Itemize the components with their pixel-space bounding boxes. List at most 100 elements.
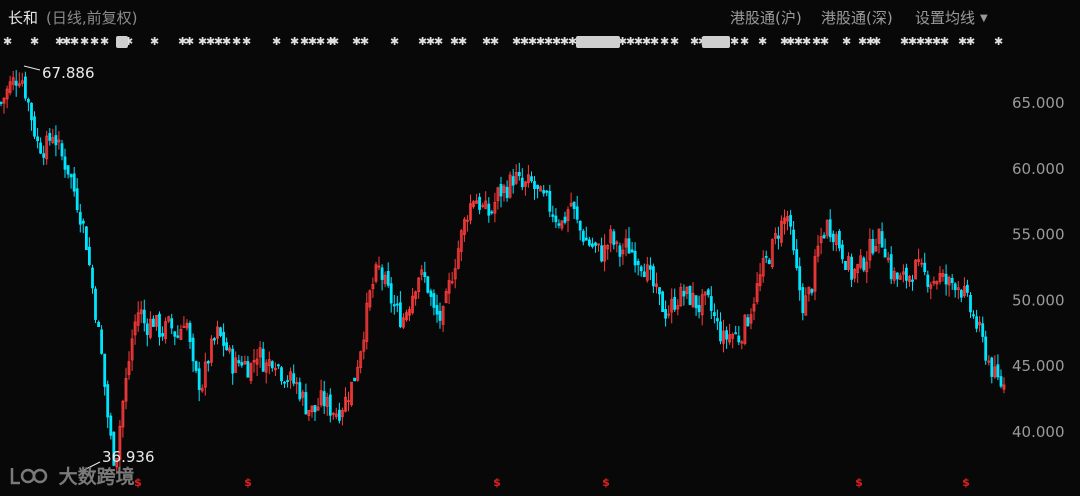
candle-body [996, 364, 1000, 378]
dividend-marker-icon: $ [962, 476, 970, 489]
candle-body [42, 153, 46, 158]
candle-body [972, 314, 975, 317]
dividend-marker-icon: $ [134, 476, 142, 489]
candle-body [905, 267, 908, 281]
candle-body [231, 348, 235, 374]
candle-body [981, 323, 985, 337]
candle-body [389, 283, 393, 304]
candle-body [627, 238, 631, 254]
candle-body [191, 337, 195, 362]
candle-body [557, 223, 561, 226]
candle-body [551, 214, 555, 217]
candle-body [176, 335, 180, 338]
dividend-marker-icon: $ [602, 476, 610, 489]
candle-body [511, 176, 515, 186]
candle-body [222, 331, 226, 346]
candle-body [844, 260, 847, 270]
candle-body [487, 203, 491, 216]
candle-body [75, 188, 79, 211]
candle-body [60, 143, 64, 157]
candle-body [395, 303, 399, 306]
candle-body [304, 392, 308, 415]
candle-body [649, 265, 652, 270]
candle-body [66, 165, 70, 175]
candle-body [581, 230, 585, 242]
candle-body [240, 362, 244, 366]
candle-body [658, 287, 661, 295]
candle-body [792, 229, 795, 251]
candle-body [594, 242, 597, 246]
candle-body [280, 367, 283, 382]
candle-body [188, 322, 192, 342]
candle-body [270, 361, 274, 369]
candle-body [975, 316, 978, 329]
candle-body [706, 289, 710, 296]
candle-body [151, 318, 155, 327]
candle-body [630, 249, 634, 253]
candle-body [505, 186, 509, 199]
candle-body [682, 290, 686, 297]
candle-body [91, 267, 94, 289]
dividend-marker-icon: $ [855, 476, 863, 489]
candle-body [959, 289, 963, 298]
candle-body [542, 190, 546, 194]
candle-body [212, 338, 216, 341]
candle-body [694, 295, 698, 309]
dividend-marker-icon: $ [244, 476, 252, 489]
candle-body [106, 384, 110, 418]
candle-body [276, 364, 280, 367]
candle-body [170, 318, 174, 329]
candle-body [398, 302, 402, 328]
candle-body [688, 285, 692, 305]
candle-body [639, 266, 643, 272]
candle-body [30, 102, 33, 121]
candle-body [313, 405, 317, 413]
candle-body [490, 211, 494, 214]
candle-body [286, 380, 290, 383]
candle-body [100, 329, 103, 354]
candle-body [889, 254, 893, 280]
candle-body [158, 313, 161, 338]
candle-body [380, 267, 384, 280]
y-tick-label: 60.000 [1012, 160, 1065, 178]
candle-body [584, 237, 588, 241]
candle-body [548, 190, 552, 212]
candle-body [801, 287, 805, 314]
candle-body [588, 239, 591, 246]
candle-body [261, 348, 265, 372]
candle-body [709, 296, 713, 311]
candle-body [533, 181, 536, 189]
candle-body [536, 184, 539, 189]
candle-body [652, 266, 655, 287]
candle-body [103, 353, 107, 387]
candle-body [429, 290, 433, 297]
candle-body [578, 220, 582, 231]
candle-body [719, 321, 722, 342]
candle-body [789, 215, 792, 227]
candle-body [950, 277, 954, 283]
candle-body [194, 361, 198, 371]
candlestick-chart: 40.000 45.000 50.000 55.000 60.000 65.000 67.8… [0, 64, 1065, 489]
candle-body [725, 330, 728, 340]
candle-body [85, 226, 88, 251]
candle-body [944, 273, 948, 285]
watermark-icon [10, 467, 48, 484]
candle-body [78, 211, 82, 225]
candle-body [530, 176, 533, 182]
y-tick-label: 40.000 [1012, 423, 1065, 441]
candle-body [14, 80, 18, 86]
candle-body [173, 331, 177, 337]
candle-body [880, 231, 884, 248]
candle-body [563, 216, 567, 223]
candle-body [911, 279, 914, 282]
candle-body [664, 309, 667, 319]
watermark-logo: 大数跨境 [8, 462, 135, 490]
candle-body [48, 132, 52, 141]
candle-body [438, 310, 442, 321]
candle-body [26, 99, 30, 103]
candle-body [517, 171, 521, 177]
candle-body [716, 318, 719, 322]
candle-body [600, 245, 603, 262]
candle-body [72, 173, 76, 192]
candle-body [969, 294, 972, 313]
